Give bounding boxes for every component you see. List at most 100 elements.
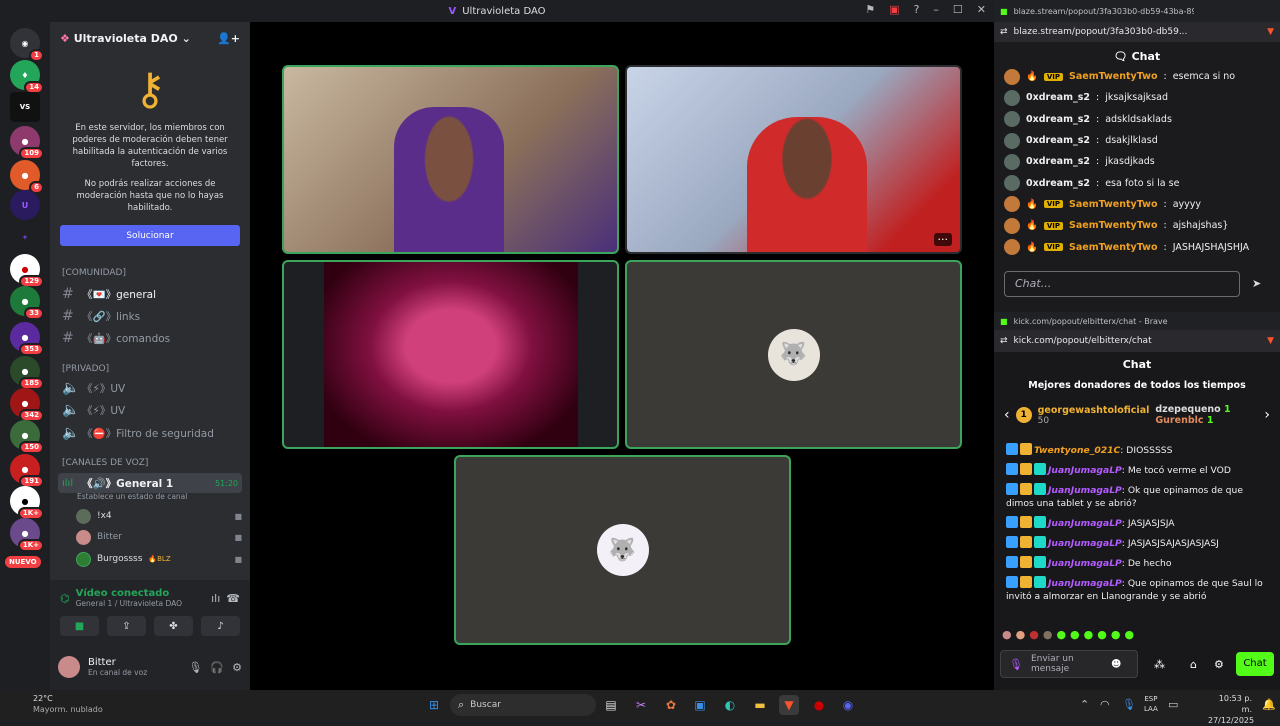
network-icon[interactable]: ▭ [1168, 698, 1178, 711]
chat-user[interactable]: 0xdream_s2 [1026, 92, 1090, 103]
server-icon[interactable]: ● 109 [10, 126, 44, 160]
app-icon[interactable]: ● [809, 695, 829, 715]
edge-icon[interactable]: ◐ [720, 695, 740, 715]
server-icon[interactable]: ● 353 [10, 322, 44, 356]
category-comunidad[interactable]: [COMUNIDAD] [62, 268, 126, 278]
chat-send-button[interactable]: Chat [1236, 652, 1274, 676]
server-icon[interactable]: ● 342 [10, 388, 44, 422]
noise-icon[interactable]: ılı [211, 592, 220, 605]
start-icon[interactable]: ⊞ [424, 695, 444, 715]
notification-icon[interactable]: 🔔 [1262, 698, 1276, 711]
video-tile[interactable] [282, 65, 619, 254]
close-button[interactable]: ✕ [977, 3, 986, 16]
gear-icon[interactable]: ⚙ [1214, 658, 1224, 671]
server-icon[interactable]: ● 1K+ [10, 486, 44, 520]
server-header[interactable]: ❖ Ultravioleta DAO ⌄ 👤+ [50, 22, 250, 54]
brave-icon[interactable]: ▼ [1267, 27, 1274, 37]
weather-widget[interactable]: 22°C Mayorm. nublado [33, 693, 103, 715]
microphone-icon[interactable]: 🎙 [1009, 658, 1023, 671]
channel-filtro[interactable]: 🔈 《⛔》Filtro de seguridad [58, 423, 242, 443]
chat-input[interactable]: Chat... [1004, 271, 1240, 297]
chat-user[interactable]: SaemTwentyTwo [1069, 71, 1158, 82]
gear-icon[interactable]: ⚙ [232, 661, 242, 674]
address-bar[interactable]: ⇄ kick.com/popout/elbitterx/chat ▼ [994, 330, 1280, 352]
store-icon[interactable]: ▣ [690, 695, 710, 715]
url-text[interactable]: kick.com/popout/elbitterx/chat [1014, 336, 1152, 346]
task-view-icon[interactable]: ▤ [601, 695, 621, 715]
channel-general[interactable]: # 《💌》general [58, 284, 242, 304]
category-voz[interactable]: [CANALES DE VOZ] [62, 458, 148, 468]
file-explorer-icon[interactable]: ▬ [750, 695, 770, 715]
disconnect-icon[interactable]: ☎ [226, 592, 240, 605]
emote-icon[interactable]: ● [1016, 628, 1026, 641]
brave-icon[interactable]: ▼ [779, 695, 799, 715]
screen-share-button[interactable]: ⇪ [107, 616, 146, 636]
more-options-icon[interactable]: ··· [933, 233, 952, 246]
chat-user[interactable]: JuanJumagaLP [1048, 558, 1122, 569]
server-icon[interactable]: ● 191 [10, 454, 44, 488]
voice-user[interactable]: !x4 ■ [76, 506, 242, 526]
add-member-icon[interactable]: 👤+ [217, 32, 240, 45]
browser-tab[interactable]: blaze.stream/popout/3fa303b0-db59-43ba-8… [1014, 7, 1194, 16]
clock[interactable]: 10:53 p. m. 27/12/2025 [1208, 693, 1254, 726]
video-tile[interactable]: ··· [625, 65, 962, 254]
server-icon[interactable]: ● 33 [10, 286, 44, 320]
emote-icon[interactable]: ● [1002, 628, 1012, 641]
send-icon[interactable]: ➤ [1252, 277, 1261, 290]
chat-user[interactable]: JuanJumagaLP [1048, 485, 1122, 496]
server-icon[interactable]: ✦ [10, 222, 40, 252]
server-icon[interactable]: ● 129 [10, 254, 44, 288]
donor-name[interactable]: dzepequeno [1155, 404, 1220, 415]
language-indicator[interactable]: ESP LAA [1144, 694, 1158, 714]
donor-name[interactable]: georgewashtoloficial [1038, 405, 1150, 416]
chat-user[interactable]: 0xdream_s2 [1026, 114, 1090, 125]
tray-chevron-icon[interactable]: ⌃ [1080, 698, 1089, 711]
brave-icon[interactable]: ▼ [1267, 336, 1274, 346]
chat-user[interactable]: 0xdream_s2 [1026, 156, 1090, 167]
inbox-icon[interactable]: ⚑ [865, 3, 875, 16]
soundboard-button[interactable]: ♪ [201, 616, 240, 636]
store-icon[interactable]: ⌂ [1190, 658, 1197, 671]
voice-user[interactable]: Burgossss 🔥BLZ ■ [76, 549, 242, 569]
server-icon[interactable]: ♦ 14 [10, 60, 44, 94]
video-tile[interactable]: 🐺 [625, 260, 962, 449]
chat-user[interactable]: Twentyone_021C [1034, 445, 1120, 456]
chat-user[interactable]: SaemTwentyTwo [1069, 242, 1158, 253]
voice-status[interactable]: Vídeo conectado [76, 588, 182, 599]
channel-status[interactable]: Establece un estado de canal [77, 492, 187, 501]
users-icon[interactable]: ⁂ [1154, 658, 1165, 671]
prev-arrow-icon[interactable]: ‹ [1004, 407, 1010, 423]
screen-icon[interactable]: ▣ [889, 3, 899, 16]
voice-channel-general-1[interactable]: ılıl 《🔊》General 1 51:20 [58, 473, 242, 493]
server-icon[interactable]: ● 185 [10, 356, 44, 390]
category-privado[interactable]: [PRIVADO] [62, 364, 109, 374]
copilot-icon[interactable]: ✿ [661, 695, 681, 715]
voice-user[interactable]: Bitter ■ [76, 527, 242, 547]
channel-links[interactable]: # 《🔗》links [58, 306, 242, 326]
emote-icon[interactable]: ● [1029, 628, 1039, 641]
server-icon[interactable]: VS [10, 92, 40, 122]
server-icon[interactable]: ● 6 [10, 160, 44, 194]
help-icon[interactable]: ? [914, 3, 920, 16]
emoji-icon[interactable]: ☻ [1111, 659, 1121, 670]
browser-tab[interactable]: kick.com/popout/elbitterx/chat - Brave [1014, 317, 1168, 326]
channel-uv-2[interactable]: 🔈 《⚡》UV [58, 400, 242, 420]
avatar[interactable] [58, 656, 80, 678]
mic-icon[interactable]: 🎙 [1122, 698, 1136, 711]
headphones-icon[interactable]: 🎧 [210, 661, 224, 674]
emote-icon[interactable]: ● [1097, 628, 1107, 641]
chat-user[interactable]: JuanJumagaLP [1048, 518, 1122, 529]
emote-icon[interactable]: ● [1043, 628, 1053, 641]
video-tile[interactable] [282, 260, 619, 449]
video-tile[interactable]: 🐺 [454, 455, 791, 645]
emote-icon[interactable]: ● [1124, 628, 1134, 641]
chat-user[interactable]: SaemTwentyTwo [1069, 199, 1158, 210]
new-label[interactable]: NUEVO [5, 556, 41, 568]
channel-comandos[interactable]: # 《🤖》comandos [58, 328, 242, 348]
next-arrow-icon[interactable]: › [1264, 407, 1270, 423]
channel-uv[interactable]: 🔈 《⚡》UV [58, 378, 242, 398]
emote-icon[interactable]: ● [1056, 628, 1066, 641]
chat-user[interactable]: JuanJumagaLP [1048, 578, 1122, 589]
minimize-button[interactable]: – [933, 3, 939, 16]
microphone-icon[interactable]: 🎙 [188, 661, 202, 674]
